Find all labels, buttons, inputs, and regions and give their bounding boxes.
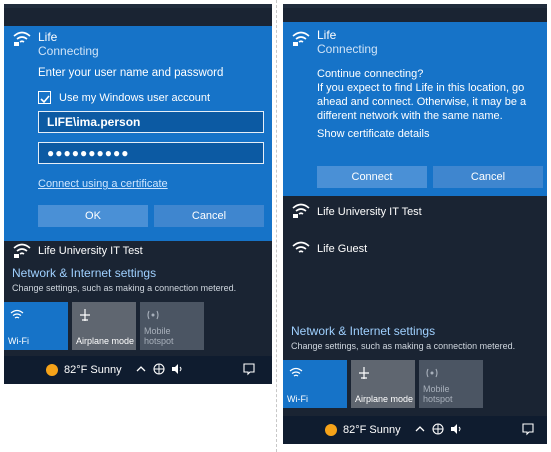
airplane-mode-tile-label: Airplane mode: [355, 394, 414, 404]
airplane-mode-tile[interactable]: Airplane mode: [72, 302, 136, 350]
screenshot-divider: [276, 0, 277, 452]
hotspot-icon: [426, 368, 438, 378]
windows-account-label: Use my Windows user account: [59, 92, 210, 104]
flyout-top-strip: [283, 4, 547, 8]
network-settings-link[interactable]: Network & Internet settings: [12, 266, 156, 280]
cancel-button[interactable]: Cancel: [154, 205, 264, 227]
volume-icon[interactable]: [449, 422, 463, 436]
wifi-icon: [291, 240, 310, 258]
connect-certificate-link[interactable]: Connect using a certificate: [38, 178, 168, 190]
username-input[interactable]: LIFE\ima.person: [38, 111, 264, 133]
mobile-hotspot-tile-label: Mobile hotspot: [423, 384, 453, 404]
ok-button[interactable]: OK: [38, 205, 148, 227]
continue-connecting-heading: Continue connecting?: [317, 68, 424, 80]
weather-text[interactable]: 82°F Sunny: [343, 424, 401, 436]
wifi-flyout-right: Life Connecting Continue connecting? If …: [283, 4, 547, 444]
weather-sun-icon: [46, 364, 58, 376]
network-name: Life: [38, 30, 58, 44]
windows-account-checkbox[interactable]: [38, 91, 51, 104]
notifications-icon[interactable]: [242, 362, 256, 376]
certificate-details-text[interactable]: Show certificate details: [317, 127, 539, 141]
cancel-button[interactable]: Cancel: [433, 166, 543, 188]
globe-icon[interactable]: [152, 362, 166, 376]
wifi-icon: [10, 309, 24, 319]
network-status: Connecting: [38, 44, 99, 58]
hotspot-icon: [147, 310, 159, 320]
airplane-mode-tile[interactable]: Airplane mode: [351, 360, 415, 408]
flyout-top-strip: [4, 4, 272, 8]
network-item-label[interactable]: Life University IT Test: [38, 245, 143, 257]
continue-connecting-message: If you expect to find Life in this locat…: [317, 82, 527, 122]
taskbar: 82°F Sunny: [4, 356, 272, 384]
notifications-icon[interactable]: [521, 422, 535, 436]
network-name: Life: [317, 28, 337, 42]
network-item-label[interactable]: Life Guest: [317, 243, 367, 255]
credentials-prompt: Enter your user name and password: [38, 67, 224, 79]
airplane-icon: [359, 367, 369, 379]
wifi-tile[interactable]: Wi-Fi: [283, 360, 347, 408]
airplane-icon: [80, 309, 90, 321]
weather-sun-icon: [325, 424, 337, 436]
wifi-secured-icon: [12, 30, 31, 48]
wifi-icon: [289, 367, 303, 377]
checkmark-icon: [40, 95, 50, 104]
mobile-hotspot-tile[interactable]: Mobile hotspot: [419, 360, 483, 408]
network-settings-link[interactable]: Network & Internet settings: [291, 324, 435, 338]
connect-button[interactable]: Connect: [317, 166, 427, 188]
mobile-hotspot-tile-label: Mobile hotspot: [144, 326, 174, 346]
taskbar: 82°F Sunny: [283, 416, 547, 444]
airplane-mode-tile-label: Airplane mode: [76, 336, 135, 346]
wifi-secured-icon: [291, 202, 310, 220]
wifi-secured-icon: [12, 242, 31, 260]
network-settings-description: Change settings, such as making a connec…: [291, 341, 516, 351]
volume-icon[interactable]: [170, 362, 184, 376]
mobile-hotspot-tile[interactable]: Mobile hotspot: [140, 302, 204, 350]
chevron-up-icon[interactable]: [413, 422, 427, 436]
network-settings-description: Change settings, such as making a connec…: [12, 283, 237, 293]
chevron-up-icon[interactable]: [134, 362, 148, 376]
wifi-flyout-left: Life Connecting Enter your user name and…: [4, 4, 272, 384]
network-item-label[interactable]: Life University IT Test: [317, 206, 422, 218]
network-status: Connecting: [317, 42, 378, 56]
wifi-tile-label: Wi-Fi: [8, 336, 29, 346]
wifi-tile[interactable]: Wi-Fi: [4, 302, 68, 350]
password-input[interactable]: ●●●●●●●●●●: [38, 142, 264, 164]
wifi-tile-label: Wi-Fi: [287, 394, 308, 404]
wifi-secured-icon: [291, 30, 310, 48]
weather-text[interactable]: 82°F Sunny: [64, 364, 122, 376]
globe-icon[interactable]: [431, 422, 445, 436]
